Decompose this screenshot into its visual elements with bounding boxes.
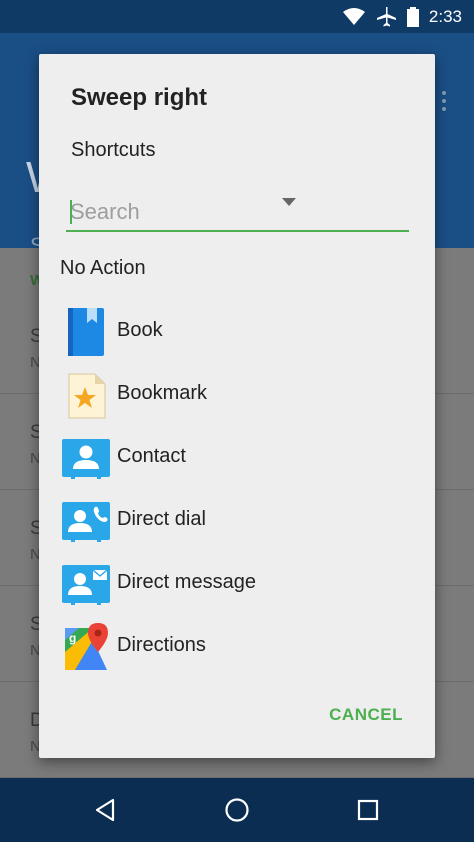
text-cursor [70, 200, 72, 224]
back-button[interactable] [90, 794, 122, 826]
shortcut-label: Contact [117, 445, 186, 467]
shortcuts-spinner[interactable]: Shortcuts [71, 136, 301, 166]
recents-button[interactable] [352, 794, 384, 826]
sweep-dialog: Sweep right Shortcuts No Action Book Boo… [39, 54, 435, 758]
shortcut-label: Bookmark [117, 382, 208, 404]
overflow-menu-icon[interactable] [442, 91, 446, 113]
airplane-icon [376, 7, 396, 27]
search-field[interactable] [66, 194, 409, 232]
directions-icon: g [65, 623, 108, 670]
back-icon [95, 798, 115, 822]
shortcut-item-book[interactable]: Book [61, 307, 421, 365]
shortcut-item-direct-dial[interactable]: Direct dial [61, 496, 421, 554]
search-input[interactable] [66, 194, 409, 230]
shortcut-item-direct-message[interactable]: Direct message [61, 559, 421, 617]
direct-message-icon [62, 565, 110, 605]
shortcut-label: Directions [117, 634, 206, 656]
cancel-button[interactable]: CANCEL [329, 705, 403, 725]
status-time: 2:33 [428, 7, 462, 26]
battery-icon [406, 7, 419, 27]
book-icon [68, 308, 104, 356]
contact-icon [62, 439, 110, 479]
navigation-bar [0, 778, 474, 842]
shortcut-item-contact[interactable]: Contact [61, 433, 421, 491]
shortcut-label: Book [117, 319, 163, 341]
direct-dial-icon [62, 502, 110, 542]
shortcut-item-bookmark[interactable]: Bookmark [61, 370, 421, 428]
wifi-icon [342, 8, 365, 25]
shortcut-item-directions[interactable]: g Directions [61, 622, 421, 680]
svg-text:g: g [69, 631, 76, 645]
home-button[interactable] [221, 794, 253, 826]
status-bar: 2:33 [0, 0, 474, 33]
bookmark-icon [68, 373, 106, 419]
home-icon [225, 798, 249, 822]
spinner-selected-value: Shortcuts [71, 139, 156, 161]
dialog-title: Sweep right [71, 84, 208, 111]
shortcut-label: Direct message [117, 571, 256, 593]
no-action-option[interactable]: No Action [60, 257, 146, 280]
status-icons: 2:33 [342, 5, 462, 29]
shortcut-label: Direct dial [117, 508, 206, 530]
recents-icon [357, 799, 379, 821]
